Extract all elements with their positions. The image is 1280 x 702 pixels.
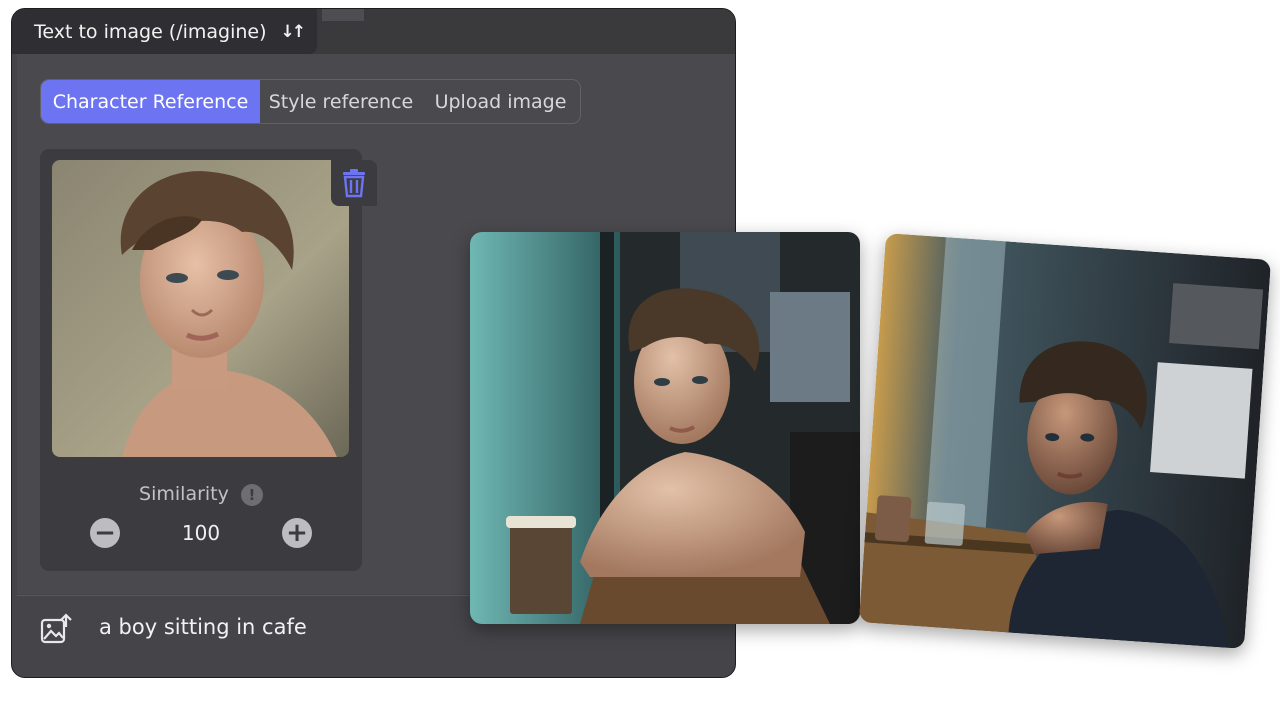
generated-image-2[interactable] — [858, 233, 1272, 649]
similarity-value: 100 — [181, 521, 221, 545]
header-background — [322, 9, 735, 21]
tab-style-reference[interactable]: Style reference — [260, 80, 422, 123]
portrait-boy-image — [52, 160, 349, 457]
reference-type-tabs: Character Reference Style reference Uplo… — [40, 79, 581, 124]
decrease-similarity-button[interactable]: − — [90, 518, 120, 548]
info-icon[interactable]: ! — [240, 483, 263, 506]
delete-reference-button[interactable] — [331, 160, 377, 206]
trash-icon — [343, 169, 365, 198]
mode-selector-label: Text to image (/imagine) — [34, 20, 267, 43]
reference-card: Similarity ! − 100 + — [40, 149, 377, 571]
cafe-boy-image-1 — [470, 232, 860, 624]
reference-image — [52, 160, 349, 457]
prompt-text[interactable]: a boy sitting in cafe — [99, 615, 307, 639]
similarity-label-text: Similarity — [139, 483, 229, 505]
generated-image-1[interactable] — [470, 232, 860, 624]
swap-vertical-icon[interactable]: ↓↑ — [281, 22, 306, 42]
cafe-boy-image-2 — [858, 233, 1272, 649]
tab-upload-image[interactable]: Upload image — [422, 80, 579, 123]
image-upload-icon[interactable] — [40, 613, 72, 649]
similarity-label: Similarity ! — [40, 483, 362, 506]
mode-selector-tab[interactable]: Text to image (/imagine) ↓↑ — [12, 9, 317, 54]
tab-character-reference[interactable]: Character Reference — [41, 80, 260, 123]
increase-similarity-button[interactable]: + — [282, 518, 312, 548]
